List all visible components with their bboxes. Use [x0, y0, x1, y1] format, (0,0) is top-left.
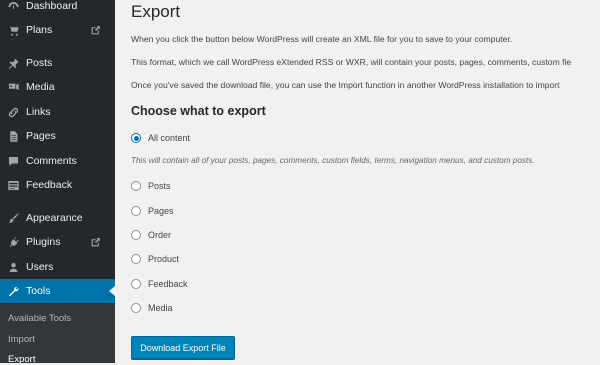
all-content-description: This will contain all of your posts, pag…	[131, 156, 535, 165]
radio-label: Pages	[148, 206, 174, 216]
menu-label: Dashboard	[26, 0, 78, 12]
radio-label: Product	[148, 254, 180, 264]
dashboard-icon	[6, 0, 20, 13]
radio-posts[interactable]: Posts	[131, 178, 171, 194]
media-icon	[6, 80, 20, 94]
menu-item-links[interactable]: Links	[0, 100, 115, 124]
tools-submenu: Available Tools Import Export	[0, 304, 115, 365]
radio-label: All content	[148, 133, 191, 143]
radio-button[interactable]	[131, 206, 141, 216]
radio-label: Media	[148, 303, 173, 313]
radio-pages[interactable]: Pages	[131, 203, 174, 219]
brush-icon	[6, 211, 20, 225]
radio-button[interactable]	[131, 254, 141, 264]
intro-paragraph: When you click the button below WordPres…	[131, 34, 513, 44]
radio-button[interactable]	[131, 181, 141, 191]
menu-label: Posts	[26, 57, 53, 69]
menu-label: Appearance	[26, 212, 83, 224]
menu-item-posts[interactable]: Posts	[0, 51, 115, 75]
menu-label: Media	[26, 81, 55, 93]
external-link-icon	[90, 25, 101, 36]
menu-item-pages[interactable]: Pages	[0, 124, 115, 148]
menu-item-users[interactable]: Users	[0, 255, 115, 279]
pages-icon	[6, 129, 20, 143]
users-icon	[6, 260, 20, 274]
menu-label: Feedback	[26, 179, 73, 191]
download-export-button[interactable]: Download Export File	[131, 336, 235, 359]
menu-label: Links	[26, 106, 51, 118]
links-icon	[6, 105, 20, 119]
radio-button[interactable]	[131, 230, 141, 240]
page-title: Export	[131, 2, 181, 21]
menu-item-tools[interactable]: Tools	[0, 279, 115, 303]
menu-item-plugins[interactable]: Plugins	[0, 230, 115, 254]
feedback-icon	[6, 178, 20, 192]
submenu-item-available-tools[interactable]: Available Tools	[8, 313, 71, 324]
pin-icon	[6, 56, 20, 70]
submenu-item-import[interactable]: Import	[8, 334, 35, 345]
main-content: Export When you click the button below W…	[115, 0, 600, 363]
menu-label: Comments	[26, 155, 77, 167]
menu-label: Users	[26, 261, 54, 273]
admin-sidebar: Dashboard Plans Posts Media Links Pages …	[0, 0, 115, 365]
radio-product[interactable]: Product	[131, 251, 179, 267]
radio-button[interactable]	[131, 279, 141, 289]
menu-item-feedback[interactable]: Feedback	[0, 173, 115, 197]
radio-order[interactable]: Order	[131, 227, 171, 243]
wrench-icon	[6, 284, 20, 298]
menu-item-media[interactable]: Media	[0, 75, 115, 99]
menu-label: Tools	[26, 285, 51, 297]
radio-label: Order	[148, 230, 172, 240]
radio-label: Posts	[148, 181, 171, 191]
external-link-icon	[90, 237, 101, 248]
radio-button[interactable]	[131, 303, 141, 313]
comments-icon	[6, 154, 20, 168]
radio-all-content[interactable]: All content	[131, 130, 190, 146]
radio-feedback[interactable]: Feedback	[131, 276, 188, 292]
menu-label: Plans	[26, 24, 53, 36]
menu-label: Plugins	[26, 236, 61, 248]
cart-icon	[6, 23, 20, 37]
radio-button[interactable]	[131, 133, 141, 143]
format-paragraph: This format, which we call WordPress eXt…	[131, 57, 572, 67]
menu-item-dashboard[interactable]: Dashboard	[0, 0, 115, 18]
section-title: Choose what to export	[131, 104, 266, 118]
menu-item-plans[interactable]: Plans	[0, 18, 115, 42]
import-paragraph: Once you've saved the download file, you…	[131, 80, 560, 90]
radio-media[interactable]: Media	[131, 300, 173, 316]
menu-item-appearance[interactable]: Appearance	[0, 206, 115, 230]
menu-item-comments[interactable]: Comments	[0, 149, 115, 173]
radio-label: Feedback	[148, 279, 188, 289]
submenu-item-export[interactable]: Export	[8, 354, 35, 365]
menu-label: Pages	[26, 130, 56, 142]
plugins-icon	[6, 235, 20, 249]
